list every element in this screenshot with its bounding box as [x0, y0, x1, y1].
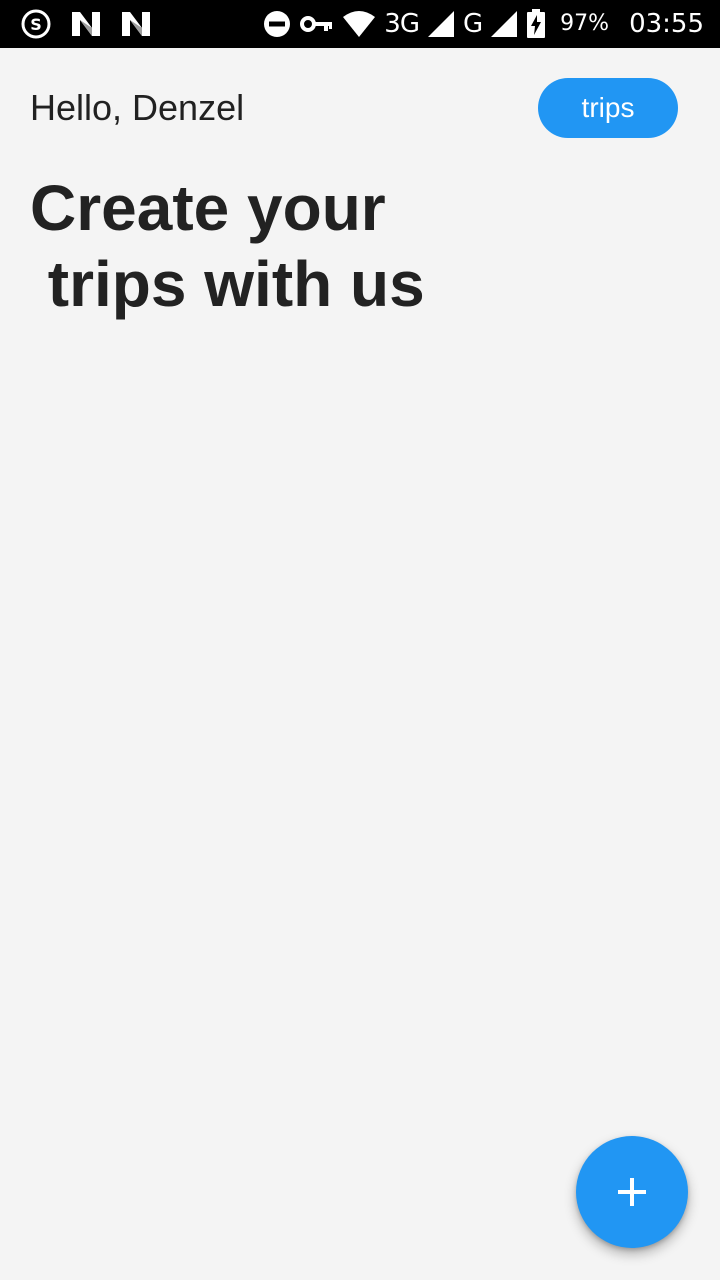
n-icon: [70, 10, 102, 38]
signal-icon: [427, 10, 455, 38]
network-type-label: G: [463, 9, 483, 39]
do-not-disturb-icon: [262, 9, 292, 39]
n-icon: [120, 10, 152, 38]
s-icon: S: [20, 8, 52, 40]
network-type-label: 3G: [384, 9, 420, 39]
status-bar-left: S: [20, 8, 152, 40]
battery-percent: 97%: [560, 11, 610, 36]
trips-button[interactable]: trips: [538, 78, 678, 138]
status-bar-right: 3G G 97% 03:55: [262, 8, 704, 40]
battery-charging-icon: [526, 9, 546, 39]
vpn-key-icon: [300, 13, 334, 35]
clock: 03:55: [629, 9, 704, 39]
status-bar: S 3G G 97% 03:55: [0, 0, 720, 48]
wifi-icon: [342, 10, 376, 38]
plus-icon: [615, 1175, 649, 1209]
page-title: Create your trips with us: [30, 172, 425, 320]
add-trip-button[interactable]: [576, 1136, 688, 1248]
svg-text:S: S: [30, 15, 42, 34]
signal-icon: [490, 10, 518, 38]
greeting-text: Hello, Denzel: [30, 87, 245, 128]
